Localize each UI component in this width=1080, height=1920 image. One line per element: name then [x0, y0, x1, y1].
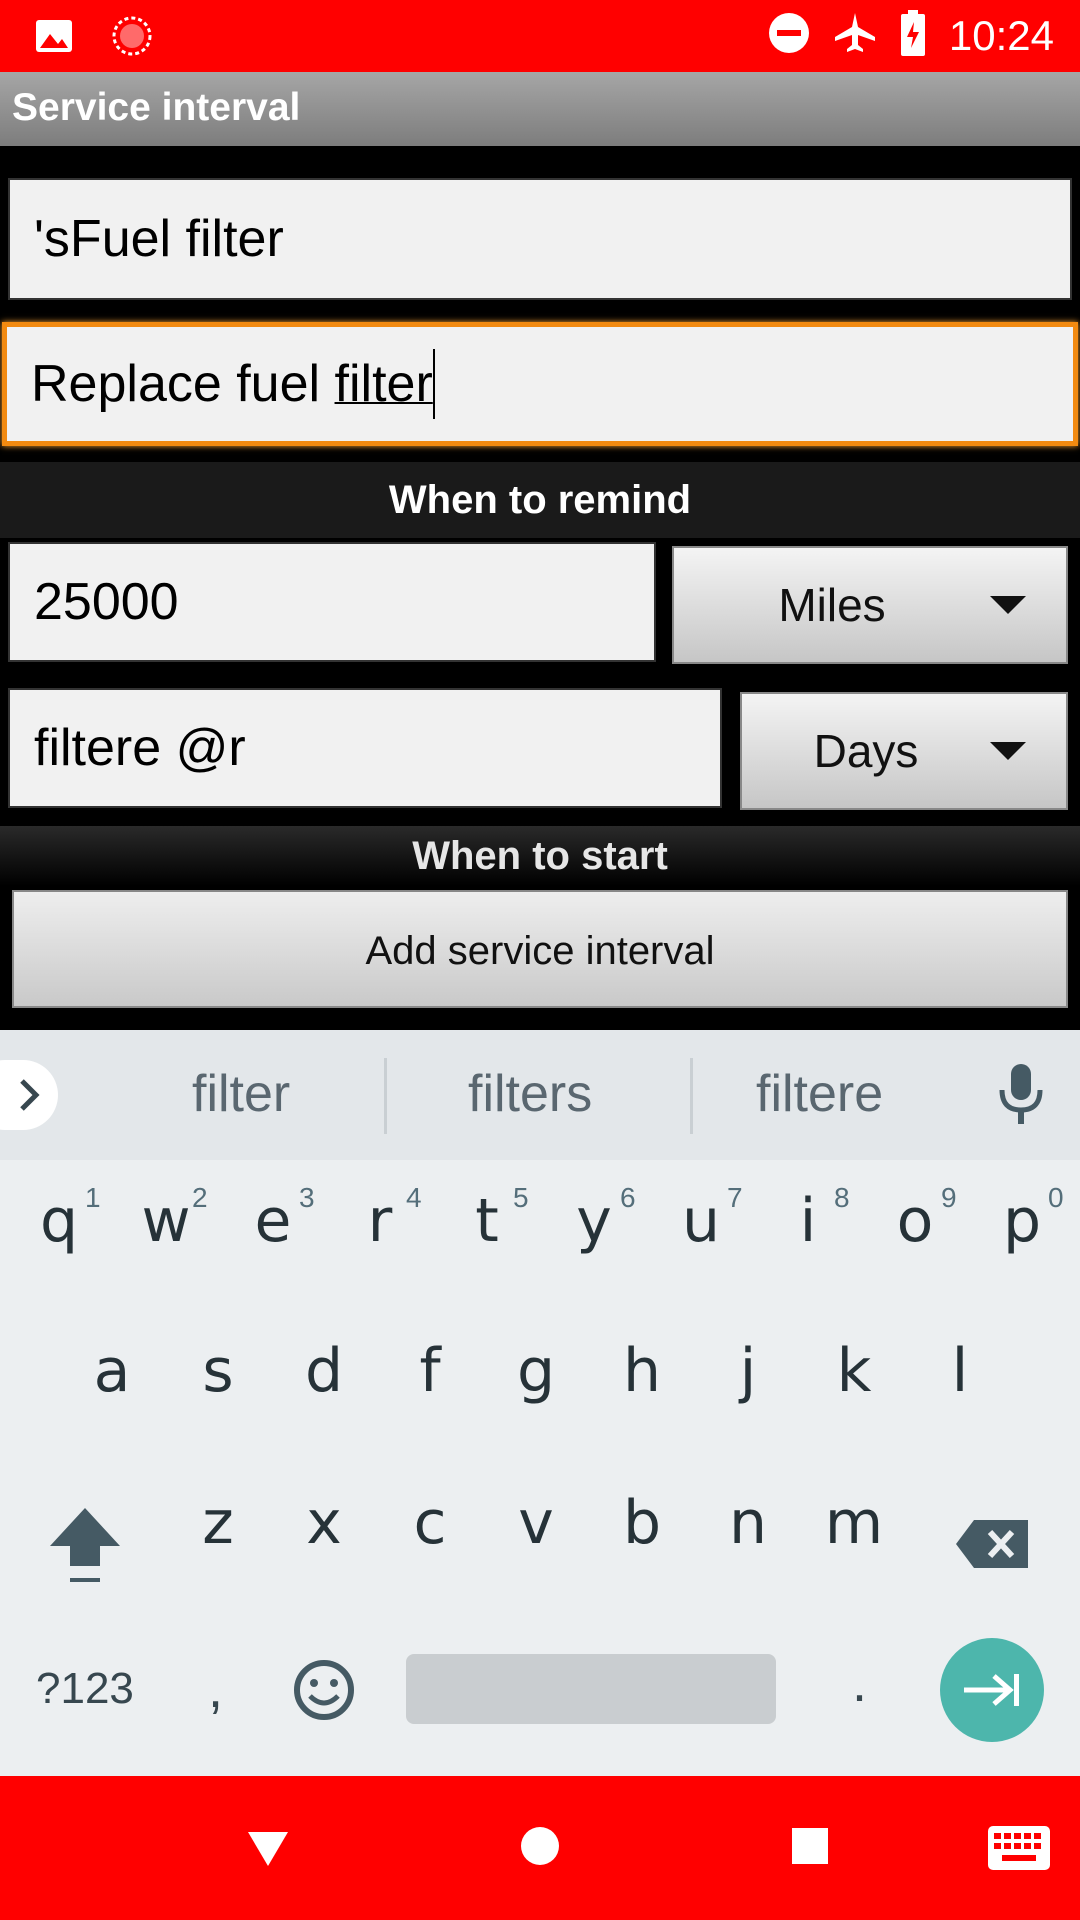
- suggestion-strip: filter filters filtere: [0, 1030, 1080, 1160]
- do-not-disturb-icon: [767, 11, 811, 60]
- key-hint-i: 8: [834, 1182, 850, 1213]
- suggestion-2[interactable]: filters: [468, 1064, 592, 1124]
- key-a[interactable]: a: [62, 1336, 162, 1406]
- emoji-icon: [294, 1660, 354, 1720]
- home-icon[interactable]: [520, 1826, 560, 1871]
- shift-icon: [50, 1508, 120, 1582]
- description-field[interactable]: Replace fuel filter: [2, 322, 1078, 446]
- back-icon[interactable]: [246, 1828, 290, 1873]
- status-bar: 10:24: [0, 0, 1080, 72]
- distance-field[interactable]: 25000: [8, 542, 656, 662]
- key-hint-w: 2: [192, 1182, 208, 1213]
- section-when-to-start: When to start: [0, 826, 1080, 886]
- soft-keyboard: filter filters filtere q1w2e3r4t5y6u7i8o…: [0, 1030, 1080, 1776]
- sync-icon: [110, 14, 154, 63]
- key-hint-o: 9: [941, 1182, 957, 1213]
- key-f[interactable]: f: [380, 1336, 480, 1406]
- clock: 10:24: [948, 11, 1054, 59]
- key-hint-r: 4: [406, 1182, 422, 1213]
- time-unit-label: Days: [813, 725, 919, 777]
- chevron-down-icon: [990, 596, 1026, 614]
- tab-next-icon: [964, 1674, 1019, 1706]
- chevron-right-icon: [20, 1079, 40, 1111]
- backspace-icon: [956, 1520, 1028, 1568]
- symbols-key[interactable]: ?123: [36, 1664, 134, 1714]
- shift-key[interactable]: [48, 1504, 122, 1591]
- period-key[interactable]: .: [852, 1652, 867, 1714]
- distance-unit-dropdown[interactable]: Miles: [672, 546, 1068, 664]
- next-field-key[interactable]: [940, 1638, 1044, 1742]
- distance-unit-label: Miles: [778, 579, 886, 631]
- form-content: 'sFuel filter Replace fuel filter When t…: [0, 146, 1080, 1030]
- time-field-value: filtere @r: [34, 719, 246, 777]
- key-hint-u: 7: [727, 1182, 743, 1213]
- name-field-value: 'sFuel filter: [34, 210, 284, 268]
- space-key[interactable]: [406, 1654, 776, 1724]
- description-field-value: Replace fuel: [31, 355, 335, 413]
- key-z[interactable]: z: [168, 1488, 268, 1558]
- microphone-icon[interactable]: [996, 1060, 1046, 1135]
- text-cursor: [432, 349, 435, 419]
- suggestion-1[interactable]: filter: [192, 1064, 290, 1124]
- name-field[interactable]: 'sFuel filter: [8, 178, 1072, 300]
- navigation-bar: [0, 1776, 1080, 1920]
- key-hint-t: 5: [513, 1182, 529, 1213]
- backspace-key[interactable]: [956, 1518, 1030, 1575]
- key-b[interactable]: b: [592, 1488, 692, 1558]
- recents-icon[interactable]: [792, 1828, 828, 1869]
- expand-suggestions-button[interactable]: [0, 1060, 58, 1130]
- suggestion-3[interactable]: filtere: [756, 1064, 883, 1124]
- key-m[interactable]: m: [804, 1488, 904, 1558]
- key-x[interactable]: x: [274, 1488, 374, 1558]
- emoji-key[interactable]: [292, 1658, 356, 1727]
- key-d[interactable]: d: [274, 1336, 374, 1406]
- suggestion-divider: [384, 1058, 387, 1134]
- key-hint-q: 1: [85, 1182, 101, 1213]
- suggestion-divider: [690, 1058, 693, 1134]
- section-when-to-remind: When to remind: [0, 462, 1080, 538]
- chevron-down-icon: [990, 742, 1026, 760]
- key-hint-e: 3: [299, 1182, 315, 1213]
- comma-key[interactable]: ,: [208, 1658, 223, 1720]
- composing-text: filter: [334, 355, 433, 413]
- page-title: Service interval: [12, 86, 301, 129]
- key-hint-y: 6: [620, 1182, 636, 1213]
- key-c[interactable]: c: [380, 1488, 480, 1558]
- time-unit-dropdown[interactable]: Days: [740, 692, 1068, 810]
- app-bar: Service interval: [0, 72, 1080, 146]
- airplane-mode-icon: [833, 11, 877, 60]
- key-g[interactable]: g: [486, 1336, 586, 1406]
- key-hint-p: 0: [1048, 1182, 1064, 1213]
- battery-charging-icon: [899, 10, 927, 61]
- image-icon: [34, 16, 74, 61]
- key-j[interactable]: j: [698, 1336, 798, 1406]
- key-k[interactable]: k: [804, 1336, 904, 1406]
- keyboard-switch-icon[interactable]: [988, 1826, 1050, 1875]
- distance-field-value: 25000: [34, 573, 179, 631]
- time-field[interactable]: filtere @r: [8, 688, 722, 808]
- key-n[interactable]: n: [698, 1488, 798, 1558]
- key-s[interactable]: s: [168, 1336, 268, 1406]
- key-h[interactable]: h: [592, 1336, 692, 1406]
- key-v[interactable]: v: [486, 1488, 586, 1558]
- key-l[interactable]: l: [910, 1336, 1010, 1406]
- add-service-interval-button[interactable]: Add service interval: [12, 890, 1068, 1008]
